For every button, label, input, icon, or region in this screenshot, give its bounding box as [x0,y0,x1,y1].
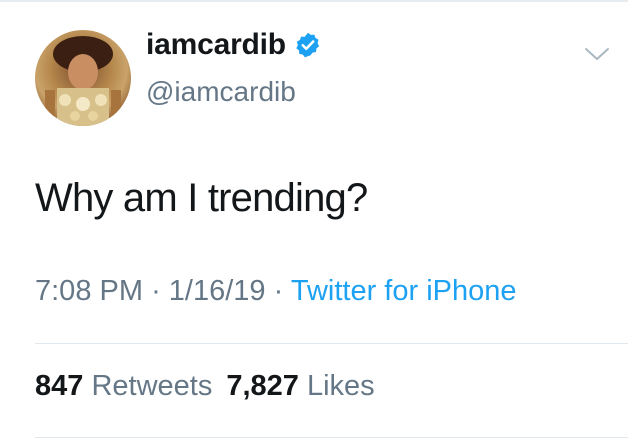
retweets-label: Retweets [91,370,213,402]
tweet-stats: 847 Retweets 7,827 Likes [35,370,375,403]
chevron-down-icon[interactable] [582,44,612,64]
tweet-text: Why am I trending? [35,176,368,220]
top-border [0,0,628,2]
divider [35,343,628,344]
meta-separator: · [151,275,161,307]
retweets-count: 847 [35,370,84,402]
avatar[interactable] [35,30,131,126]
verified-badge-icon [294,31,322,59]
divider [35,437,628,438]
tweet-metadata: 7:08 PM · 1/16/19 · Twitter for iPhone [35,275,517,308]
likes-label: Likes [306,370,375,402]
tweet-card: iamcardib @iamcardib Why am I trending? … [0,0,628,439]
tweet-source-link[interactable]: Twitter for iPhone [291,275,517,307]
meta-separator: · [273,275,284,307]
tweet-date[interactable]: 1/16/19 [169,275,266,307]
likes-stat[interactable]: 7,827 Likes [226,370,374,402]
display-name[interactable]: iamcardib [146,28,286,62]
author-row: iamcardib [146,28,322,62]
author-handle[interactable]: @iamcardib [146,76,296,108]
tweet-time[interactable]: 7:08 PM [35,275,143,307]
likes-count: 7,827 [226,370,299,402]
retweets-stat[interactable]: 847 Retweets [35,370,212,402]
